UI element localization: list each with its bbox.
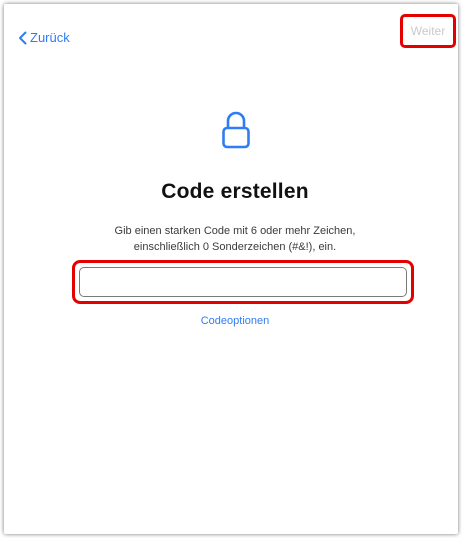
code-input-highlight: [72, 260, 414, 304]
code-input[interactable]: [79, 267, 407, 297]
instructions-line-2: einschließlich 0 Sonderzeichen (#&!), ei…: [133, 241, 337, 253]
page-title: Code erstellen: [161, 180, 309, 203]
instructions-line-1: Gib einen starken Code mit 6 oder mehr Z…: [114, 225, 356, 237]
setup-screen: Zurück Code erstellen Gib einen starken …: [4, 4, 458, 534]
instructions-text: Gib einen starken Code mit 6 oder mehr Z…: [64, 223, 406, 255]
chevron-left-icon: [18, 31, 27, 45]
code-options-link[interactable]: Codeoptionen: [4, 315, 458, 327]
lock-icon: [222, 111, 250, 154]
back-button-label: Zurück: [30, 30, 70, 45]
next-button[interactable]: Weiter: [400, 14, 456, 48]
back-button[interactable]: Zurück: [18, 30, 70, 45]
